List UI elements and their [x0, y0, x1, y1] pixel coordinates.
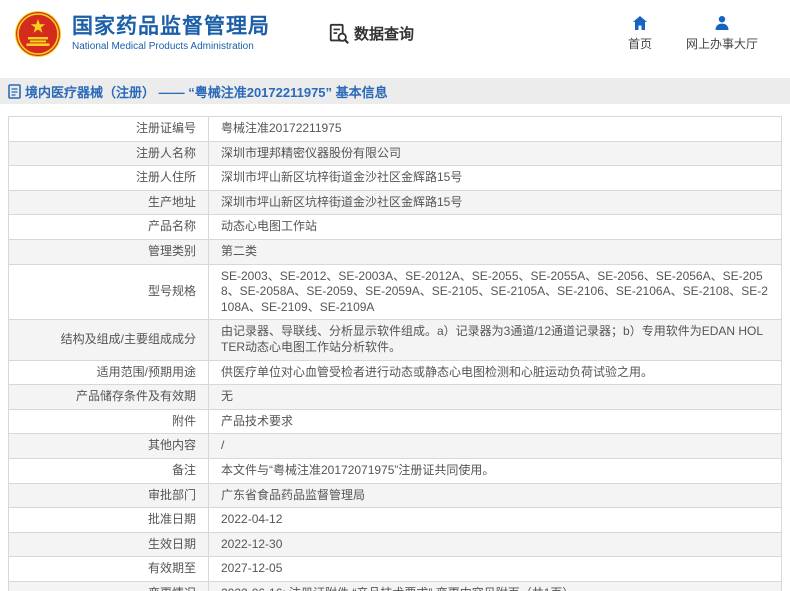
table-row: 注册人名称 深圳市理邦精密仪器股份有限公司 — [8, 140, 782, 167]
row-label: 附件 — [8, 408, 209, 435]
header-links: 首页 网上办事大厅 — [628, 15, 776, 52]
org-name-en: National Medical Products Administration — [72, 41, 254, 53]
row-value: 无 — [208, 384, 782, 410]
row-value: 由记录器、导联线、分析显示软件组成。a）记录器为3通道/12通道记录器；b）专用… — [208, 319, 782, 361]
row-label: 变更情况 — [8, 580, 209, 591]
table-row: 适用范围/预期用途 供医疗单位对心血管受检者进行动态或静态心电图检测和心脏运动负荷… — [8, 359, 782, 386]
org-name-cn: 国家药品监督管理局 — [72, 14, 270, 38]
row-label: 产品储存条件及有效期 — [8, 384, 209, 410]
table-row: 生产地址 深圳市坪山新区坑梓街道金沙社区金辉路15号 — [8, 189, 782, 216]
row-value: 2027-12-05 — [208, 556, 782, 582]
table-row: 附件 产品技术要求 — [8, 408, 782, 435]
row-value: 2022-06-16: 注册证附件 “产品技术要求” 变更内容见附页（共1页）。 — [208, 580, 782, 591]
row-value: 本文件与“粤械注准20172071975”注册证共同使用。 — [208, 457, 782, 484]
row-value: 2022-12-30 — [208, 531, 782, 558]
row-value: 动态心电图工作站 — [208, 214, 782, 240]
info-table: 注册证编号 粤械注准20172211975 注册人名称 深圳市理邦精密仪器股份有限公司… — [8, 116, 782, 591]
row-label: 审批部门 — [8, 482, 209, 509]
table-row: 管理类别 第二类 — [8, 238, 782, 265]
row-value: 深圳市理邦精密仪器股份有限公司 — [208, 140, 782, 167]
document-search-icon — [329, 23, 349, 44]
table-row: 注册证编号 粤械注准20172211975 — [8, 116, 782, 142]
table-row: 备注 本文件与“粤械注准20172071975”注册证共同使用。 — [8, 457, 782, 484]
row-value: 深圳市坪山新区坑梓街道金沙社区金辉路15号 — [208, 189, 782, 216]
data-query-nav[interactable]: 数据查询 — [328, 23, 414, 45]
row-label: 其他内容 — [8, 433, 209, 459]
org-title-block: 国家药品监督管理局 National Medical Products Admi… — [72, 15, 270, 52]
home-link-label: 首页 — [627, 37, 652, 51]
online-hall-link[interactable]: 网上办事大厅 — [686, 15, 758, 52]
row-value: 2022-04-12 — [208, 507, 782, 533]
row-label: 结构及组成/主要组成成分 — [8, 319, 209, 361]
table-row: 变更情况2022-06-16: 注册证附件 “产品技术要求” 变更内容见附页（共… — [8, 580, 782, 591]
table-row: 注册人住所 深圳市坪山新区坑梓街道金沙社区金辉路15号 — [8, 165, 782, 191]
row-label: 注册证编号 — [8, 116, 209, 142]
person-icon — [715, 16, 729, 30]
table-row: 产品储存条件及有效期无 — [8, 384, 782, 410]
table-row: 批准日期 2022-04-12 — [8, 507, 782, 533]
national-emblem-logo — [15, 10, 61, 57]
table-row: 有效期至 2027-12-05 — [8, 556, 782, 582]
row-label: 产品名称 — [8, 214, 209, 240]
row-label: 有效期至 — [8, 556, 209, 582]
row-value: 第二类 — [208, 238, 782, 265]
row-label: 生效日期 — [8, 531, 209, 558]
home-link[interactable]: 首页 — [628, 15, 652, 52]
page-header: 国家药品监督管理局 National Medical Products Admi… — [0, 0, 790, 67]
row-value: / — [208, 433, 782, 459]
table-row: 结构及组成/主要组成成分 由记录器、导联线、分析显示软件组成。a）记录器为3通道/… — [8, 319, 782, 361]
table-row: 型号规格 SE-2003、SE-2012、SE-2003A、SE-2012A、SE… — [8, 263, 782, 321]
page-title: 境内医疗器械（注册） —— “粤械注准20172211975” 基本信息 — [25, 84, 388, 100]
table-row: 生效日期 2022-12-30 — [8, 531, 782, 558]
row-value: 广东省食品药品监督管理局 — [208, 482, 782, 509]
row-label: 注册人名称 — [8, 140, 209, 167]
row-label: 备注 — [8, 457, 209, 484]
row-value: 产品技术要求 — [208, 408, 782, 435]
row-label: 批准日期 — [8, 507, 209, 533]
table-row: 审批部门 广东省食品药品监督管理局 — [8, 482, 782, 509]
row-label: 型号规格 — [8, 263, 209, 321]
table-row: 其他内容 / — [8, 433, 782, 459]
document-icon — [8, 83, 21, 99]
online-hall-label: 网上办事大厅 — [685, 37, 758, 51]
row-value: 粤械注准20172211975 — [208, 116, 782, 142]
home-icon — [632, 16, 647, 30]
row-value: 深圳市坪山新区坑梓街道金沙社区金辉路15号 — [208, 165, 782, 191]
row-label: 生产地址 — [8, 189, 209, 216]
row-label: 注册人住所 — [8, 165, 209, 191]
table-row: 产品名称 动态心电图工作站 — [8, 214, 782, 240]
row-value: SE-2003、SE-2012、SE-2003A、SE-2012A、SE-205… — [208, 263, 782, 321]
info-table-body: 注册证编号 粤械注准20172211975 注册人名称 深圳市理邦精密仪器股份有限公司… — [8, 116, 782, 591]
data-query-label: 数据查询 — [354, 26, 415, 43]
row-label: 管理类别 — [8, 238, 209, 265]
row-value: 供医疗单位对心血管受检者进行动态或静态心电图检测和心脏运动负荷试验之用。 — [208, 359, 782, 386]
row-label: 适用范围/预期用途 — [8, 359, 209, 386]
breadcrumb-title-bar: 境内医疗器械（注册） —— “粤械注准20172211975” 基本信息 — [0, 78, 790, 104]
